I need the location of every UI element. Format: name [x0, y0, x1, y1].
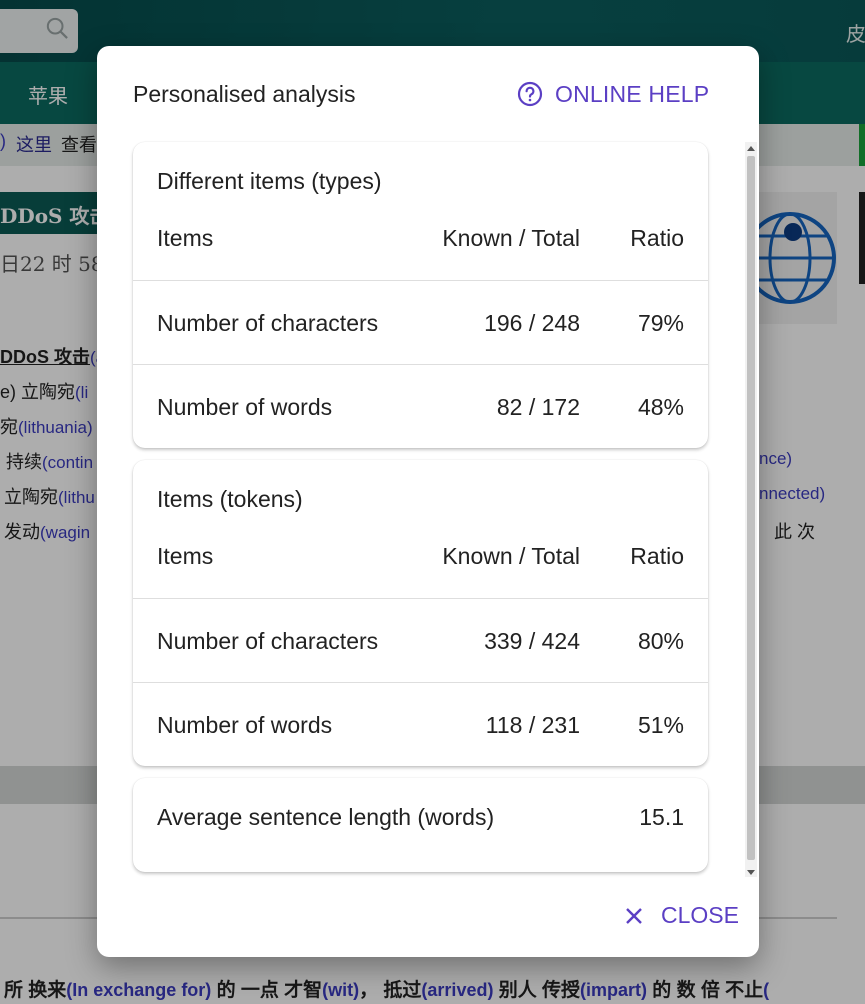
card-title: Items (tokens)	[157, 486, 303, 512]
column-header-items: Items	[157, 225, 214, 251]
known-total-value: 118 / 231	[485, 712, 580, 738]
scroll-down-arrow-icon[interactable]	[747, 870, 755, 875]
known-total-value: 196 / 248	[484, 310, 580, 336]
table-header: Items Known / Total Ratio	[133, 210, 708, 280]
scroll-up-arrow-icon[interactable]	[747, 146, 755, 151]
card-title: Different items (types)	[157, 168, 382, 194]
online-help-label: ONLINE HELP	[555, 80, 710, 107]
ratio-value: 80%	[637, 628, 684, 654]
table-header: Items Known / Total Ratio	[133, 528, 708, 598]
table-row: Number of characters 339 / 424 80%	[133, 598, 708, 683]
column-header-known-total: Known / Total	[442, 543, 580, 569]
average-sentence-label: Average sentence length (words)	[157, 804, 495, 830]
close-label: CLOSE	[661, 902, 739, 928]
analysis-dialog: Personalised analysis ONLINE HELP Differ…	[97, 46, 759, 957]
dialog-scrollbar[interactable]	[745, 142, 757, 877]
item-label: Number of characters	[157, 310, 379, 336]
help-circle-icon	[517, 81, 543, 107]
known-total-value: 339 / 424	[484, 628, 580, 654]
close-icon	[626, 907, 642, 924]
types-card: Different items (types) Items Known / To…	[133, 142, 708, 448]
ratio-value: 48%	[637, 394, 684, 420]
tokens-card: Items (tokens) Items Known / Total Ratio…	[133, 460, 708, 766]
table-row: Number of characters 196 / 248 79%	[133, 280, 708, 365]
dialog-title: Personalised analysis	[133, 81, 356, 107]
table-row: Number of words 82 / 172 48%	[133, 364, 708, 449]
close-button[interactable]: CLOSE	[625, 902, 739, 929]
dialog-content: Different items (types) Items Known / To…	[133, 142, 709, 877]
column-header-known-total: Known / Total	[442, 225, 580, 251]
average-card: Average sentence length (words) 15.1	[133, 778, 708, 872]
average-sentence-value: 15.1	[639, 804, 684, 830]
table-row: Number of words 118 / 231 51%	[133, 682, 708, 767]
item-label: Number of words	[157, 712, 333, 738]
item-label: Number of words	[157, 394, 333, 420]
column-header-ratio: Ratio	[630, 543, 684, 569]
column-header-ratio: Ratio	[630, 225, 684, 251]
scrollbar-thumb[interactable]	[747, 156, 755, 860]
column-header-items: Items	[157, 543, 214, 569]
known-total-value: 82 / 172	[496, 394, 580, 420]
ratio-value: 79%	[637, 310, 684, 336]
online-help-button[interactable]: ONLINE HELP	[517, 76, 709, 112]
item-label: Number of characters	[157, 628, 379, 654]
ratio-value: 51%	[637, 712, 684, 738]
